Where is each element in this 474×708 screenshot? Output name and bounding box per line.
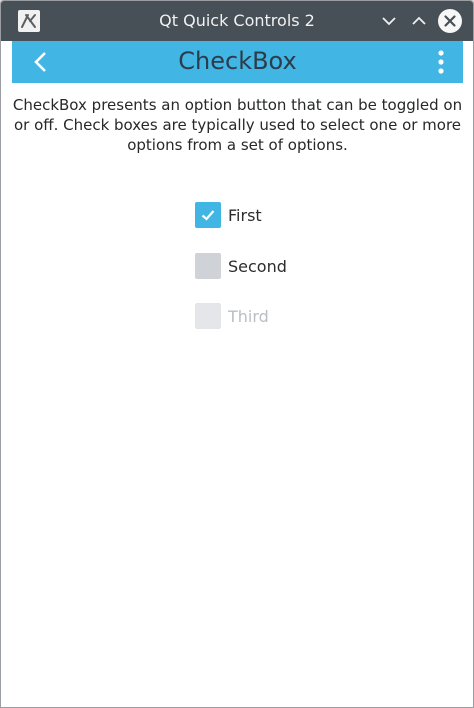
- checkbox-indicator-checked[interactable]: [195, 202, 221, 228]
- checkbox-indicator-disabled: [195, 303, 221, 329]
- checkmark-icon: [201, 210, 215, 221]
- checkbox-indicator[interactable]: [195, 253, 221, 279]
- checkbox-label: First: [228, 205, 262, 225]
- close-button[interactable]: [438, 9, 462, 33]
- window-title: Qt Quick Controls 2: [159, 11, 315, 30]
- app-toolbar: CheckBox: [12, 41, 463, 83]
- maximize-button[interactable]: [409, 11, 429, 31]
- description-text: CheckBox presents an option button that …: [12, 96, 463, 154]
- menu-button[interactable]: [436, 49, 446, 75]
- window-titlebar[interactable]: Qt Quick Controls 2: [1, 1, 473, 41]
- checkbox-second[interactable]: Second: [195, 252, 287, 280]
- page-content: CheckBox presents an option button that …: [12, 83, 463, 707]
- checkbox-third: Third: [195, 302, 269, 330]
- checkbox-first[interactable]: First: [195, 201, 262, 229]
- close-icon: [444, 15, 456, 27]
- chevron-down-icon: [382, 17, 396, 26]
- chevron-up-icon: [412, 16, 426, 25]
- checkbox-label: Third: [228, 306, 269, 326]
- minimize-button[interactable]: [379, 11, 399, 31]
- app-window: Qt Quick Controls 2 CheckBox CheckBox pr…: [0, 0, 474, 708]
- page-title: CheckBox: [178, 47, 297, 75]
- vertical-dots-icon: [438, 50, 444, 74]
- checkbox-label: Second: [228, 256, 287, 276]
